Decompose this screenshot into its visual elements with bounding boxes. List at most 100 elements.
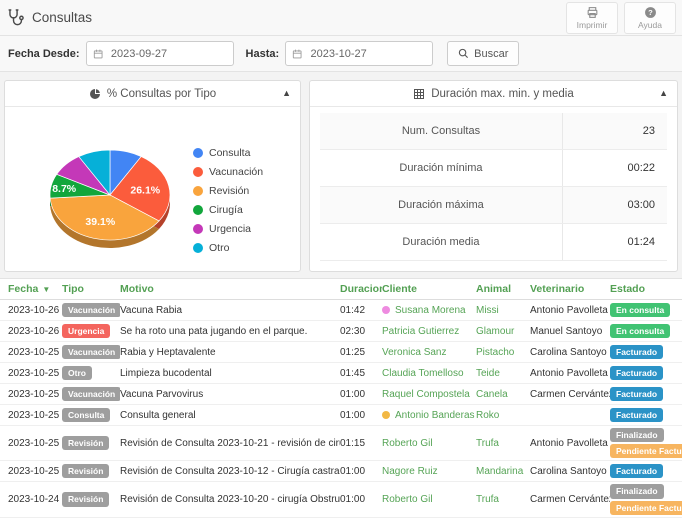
help-button-label: Ayuda — [638, 20, 662, 30]
cell-estado: Facturado — [610, 406, 682, 424]
estado-badge: Facturado — [610, 387, 663, 401]
cell-animal-link[interactable]: Teide — [476, 368, 530, 379]
cell-tipo: Revisión — [62, 464, 120, 478]
stats-panel-header: Duración max. min. y media ▲ — [310, 81, 677, 107]
cell-cliente-link[interactable]: Patricia Gutierrez — [382, 326, 476, 337]
cell-animal-link[interactable]: Trufa — [476, 438, 530, 449]
table-row: 2023-10-24 Revisión Revisión de Consulta… — [0, 482, 682, 517]
legend-item-Otro[interactable]: Otro — [193, 242, 263, 254]
legend-dot — [193, 205, 203, 215]
cell-cliente-link[interactable]: Susana Morena — [382, 305, 476, 316]
cell-animal-link[interactable]: Glamour — [476, 326, 530, 337]
table-icon — [413, 88, 425, 100]
cell-animal-link[interactable]: Trufa — [476, 494, 530, 505]
cell-animal-link[interactable]: Missi — [476, 305, 530, 316]
legend-dot — [193, 186, 203, 196]
search-icon — [458, 48, 469, 59]
column-header-animal: Animal — [476, 283, 530, 295]
cell-estado: Facturado — [610, 343, 682, 361]
legend-item-Consulta[interactable]: Consulta — [193, 147, 263, 159]
estado-badge: Facturado — [610, 366, 663, 380]
client-status-dot — [382, 411, 390, 419]
print-button[interactable]: Imprimir — [566, 2, 618, 34]
legend-item-Revisión[interactable]: Revisión — [193, 185, 263, 197]
svg-text:?: ? — [648, 8, 653, 17]
legend-item-Vacunación[interactable]: Vacunación — [193, 166, 263, 178]
date-to-input-wrap — [285, 41, 433, 66]
column-header-motivo: Motivo — [120, 283, 340, 295]
cell-animal-link[interactable]: Roko — [476, 410, 530, 421]
cell-fecha: 2023-10-25 — [8, 410, 62, 421]
cell-animal-link[interactable]: Mandarina — [476, 466, 530, 477]
legend-dot — [193, 148, 203, 158]
stats-panel-title: Duración max. min. y media — [431, 88, 574, 100]
cell-fecha: 2023-10-26 — [8, 305, 62, 316]
cell-cliente-link[interactable]: Veronica Sanz — [382, 347, 476, 358]
collapse-caret-icon[interactable]: ▲ — [282, 88, 291, 98]
client-status-dot — [382, 306, 390, 314]
cell-fecha: 2023-10-26 — [8, 326, 62, 337]
table-row: 2023-10-25 Consulta Consulta general 01:… — [0, 405, 682, 426]
column-header-duracion: Duracion — [340, 283, 382, 295]
cell-cliente-link[interactable]: Roberto Gil — [382, 494, 476, 505]
stats-row: Num. Consultas 23 — [320, 113, 667, 150]
calendar-icon — [93, 48, 103, 60]
cell-animal-link[interactable]: Pistacho — [476, 347, 530, 358]
cell-veterinario: Carmen Cervántez — [530, 389, 610, 400]
cell-duracion: 01:42 — [340, 305, 382, 316]
cell-estado: En consulta — [610, 322, 682, 340]
date-from-input[interactable] — [111, 48, 227, 60]
table-row: 2023-10-25 Vacunación Rabia y Heptavalen… — [0, 342, 682, 363]
cell-motivo: Consulta general — [120, 410, 340, 421]
stats-row: Duración máxima 03:00 — [320, 187, 667, 224]
pie-panel-title: % Consultas por Tipo — [107, 88, 216, 100]
cell-fecha: 2023-10-25 — [8, 347, 62, 358]
legend-item-Urgencia[interactable]: Urgencia — [193, 223, 263, 235]
tipo-badge: Urgencia — [62, 324, 110, 338]
page-title-text: Consultas — [32, 10, 92, 25]
cell-estado: En consulta — [610, 301, 682, 319]
cell-duracion: 01:00 — [340, 466, 382, 477]
cell-tipo: Vacunación — [62, 345, 120, 359]
cell-motivo: Rabia y Heptavalente — [120, 347, 340, 358]
cell-estado: Facturado — [610, 385, 682, 403]
table-row: 2023-10-25 Revisión Revisión de Consulta… — [0, 461, 682, 482]
cell-cliente-link[interactable]: Roberto Gil — [382, 438, 476, 449]
collapse-caret-icon[interactable]: ▲ — [659, 88, 668, 98]
cell-estado: FinalizadoPendiente Facturar — [610, 482, 682, 516]
consultations-table: Fecha▼TipoMotivoDuracionClienteAnimalVet… — [0, 278, 682, 518]
cell-cliente-link[interactable]: Claudia Tomelloso — [382, 368, 476, 379]
cell-tipo: Vacunación — [62, 303, 120, 317]
tipo-badge: Vacunación — [62, 387, 120, 401]
cell-veterinario: Antonio Pavolleta — [530, 368, 610, 379]
legend-label: Otro — [209, 242, 229, 254]
table-row: 2023-10-26 Urgencia Se ha roto una pata … — [0, 321, 682, 342]
stats-label: Duración media — [320, 224, 563, 260]
pie-slice-label: 39.1% — [85, 216, 115, 228]
column-header-veterinario: Veterinario — [530, 283, 610, 295]
cell-veterinario: Carolina Santoyo — [530, 347, 610, 358]
help-button[interactable]: ? Ayuda — [624, 2, 676, 34]
cell-animal-link[interactable]: Canela — [476, 389, 530, 400]
cell-cliente-link[interactable]: Antonio Banderas — [382, 410, 476, 421]
cell-cliente-link[interactable]: Nagore Ruiz — [382, 466, 476, 477]
cell-cliente-link[interactable]: Raquel Compostela — [382, 389, 476, 400]
cell-motivo: Revisión de Consulta 2023-10-20 - cirugí… — [120, 494, 340, 505]
tipo-badge: Otro — [62, 366, 92, 380]
search-button[interactable]: Buscar — [447, 41, 519, 66]
date-to-input[interactable] — [311, 48, 427, 60]
stats-label: Num. Consultas — [320, 113, 563, 149]
stats-value: 03:00 — [563, 187, 667, 223]
cell-fecha: 2023-10-25 — [8, 389, 62, 400]
filter-bar: Fecha Desde: Hasta: Buscar — [0, 36, 682, 72]
estado-badge: Facturado — [610, 345, 663, 359]
tipo-badge: Vacunación — [62, 303, 120, 317]
search-button-label: Buscar — [474, 48, 508, 60]
estado-badge: En consulta — [610, 303, 670, 317]
column-header-fecha[interactable]: Fecha▼ — [8, 283, 62, 295]
cell-duracion: 01:00 — [340, 410, 382, 421]
table-header-row: Fecha▼TipoMotivoDuracionClienteAnimalVet… — [0, 279, 682, 300]
legend-item-Cirugía[interactable]: Cirugía — [193, 204, 263, 216]
cell-duracion: 01:00 — [340, 389, 382, 400]
date-to-label: Hasta: — [246, 48, 280, 60]
